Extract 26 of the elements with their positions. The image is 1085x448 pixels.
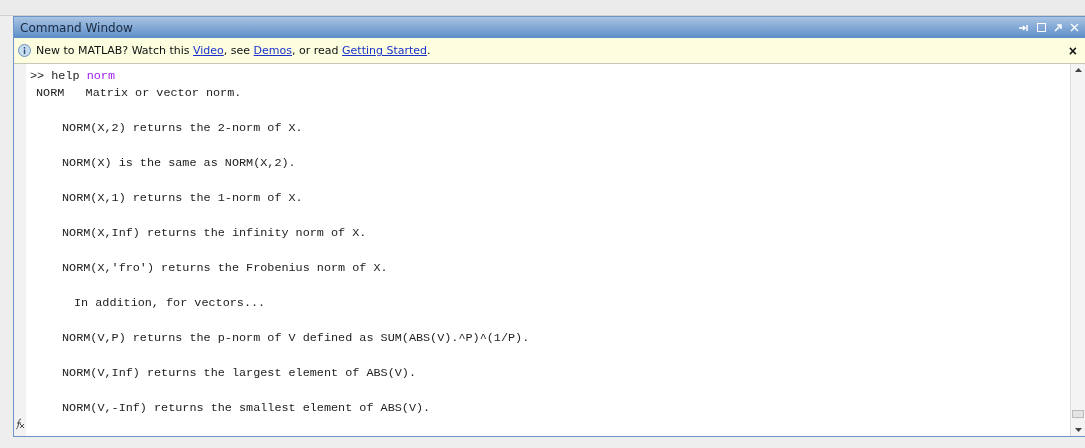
command-line: >> help norm — [30, 68, 116, 85]
help-text-line: NORM(X) is the same as NORM(X,2). — [61, 155, 297, 172]
dock-icon[interactable] — [1019, 23, 1029, 32]
help-text-line: NORM(V,Inf) returns the largest element of ABS(V). — [61, 365, 417, 382]
help-text-line: NORM(V,-Inf) returns the smallest element of ABS(V). — [61, 400, 432, 417]
maximize-icon[interactable] — [1037, 23, 1046, 32]
help-text-line: NORM(X,Inf) returns the infinity norm of X. — [61, 225, 368, 242]
scroll-down-icon[interactable] — [1074, 428, 1082, 432]
info-link[interactable]: Getting Started — [342, 44, 428, 57]
info-link[interactable]: Video — [193, 44, 224, 57]
help-text-line: NORM(X,1) returns the 1-norm of X. — [61, 190, 304, 207]
help-text-line: NORM Matrix or vector norm. — [35, 85, 243, 102]
function-icon[interactable] — [15, 418, 25, 430]
scroll-up-icon[interactable] — [1074, 68, 1082, 72]
help-text-line: NORM(X,'fro') returns the Frobenius norm of X. — [61, 260, 389, 277]
help-text-line: NORM(V,P) returns the p-norm of V defined as SUM(ABS(V).^P)^(1/P). — [61, 330, 531, 347]
help-text-line: NORM(X,2) returns the 2-norm of X. — [61, 120, 304, 137]
undock-icon[interactable] — [1054, 23, 1062, 32]
window-title: Command Window — [20, 20, 133, 35]
close-icon[interactable] — [1070, 23, 1079, 32]
help-text-line: In addition, for vectors... — [73, 295, 267, 312]
scrollbar[interactable] — [1070, 64, 1085, 436]
scroll-thumb[interactable] — [1072, 410, 1084, 418]
info-message: New to MATLAB? Watch this Video, see Demos, or read Getting Started. — [36, 44, 432, 57]
close-button[interactable]: × — [1064, 43, 1081, 58]
info-icon — [18, 44, 31, 57]
